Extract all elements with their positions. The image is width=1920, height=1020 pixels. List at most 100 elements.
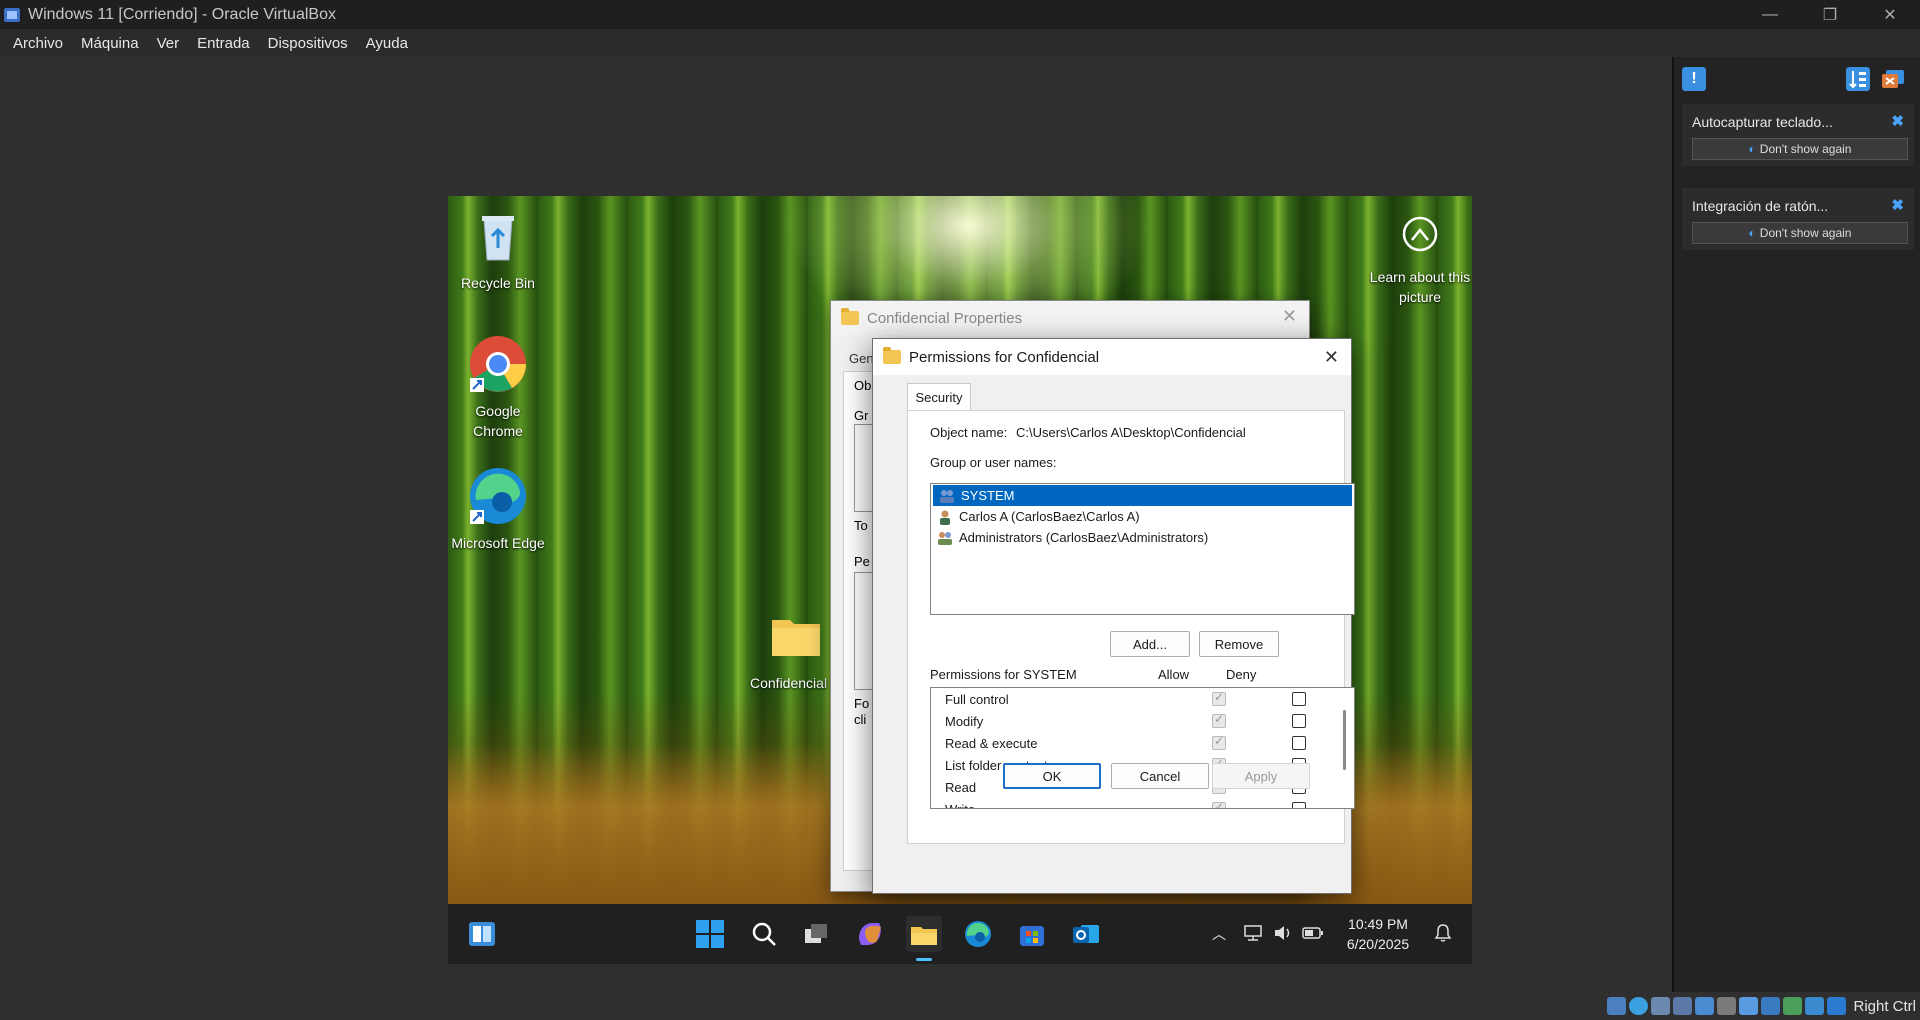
start-icon[interactable] [692, 916, 728, 952]
info-icon: ◐ [1748, 142, 1756, 156]
vm-display-area: Recycle Bin Google Chrome Microsoft Edge… [0, 57, 1672, 1020]
keyboard-capture-icon[interactable] [1827, 997, 1847, 1015]
desktop-icon-chrome[interactable]: Google Chrome [450, 334, 546, 441]
storage-icon[interactable] [1607, 997, 1627, 1015]
permission-name: Write [945, 801, 976, 809]
deny-checkbox[interactable] [1292, 736, 1306, 750]
deny-checkbox[interactable] [1292, 692, 1306, 706]
permissions-close-icon[interactable]: ✕ [1324, 347, 1339, 368]
folder-icon [883, 347, 901, 364]
desktop-icon-edge[interactable]: Microsoft Edge [450, 466, 546, 553]
permission-name: Read [945, 779, 977, 795]
optical-drive-icon[interactable] [1629, 997, 1649, 1015]
status-bar: Right Ctrl [1590, 992, 1920, 1020]
allow-checkbox[interactable] [1212, 734, 1226, 750]
notification-title: Integración de ratón... [1692, 198, 1829, 214]
network-adapter-icon[interactable] [1673, 997, 1693, 1015]
frag-object: Ob [854, 378, 872, 393]
user-icon [937, 509, 953, 525]
clear-all-icon[interactable] [1880, 67, 1906, 91]
list-item-administrators[interactable]: Administrators (CarlosBaez\Administrator… [931, 527, 1354, 548]
apply-button[interactable]: Apply [1212, 763, 1310, 789]
usb-icon[interactable] [1695, 997, 1715, 1015]
desktop-icon-recycle-bin[interactable]: Recycle Bin [450, 206, 546, 293]
close-button[interactable]: ✕ [1860, 0, 1920, 29]
desktop-icon-label: Recycle Bin [461, 275, 535, 291]
menu-maquina[interactable]: Máquina [72, 35, 148, 52]
dont-show-again-button[interactable]: ◐ Don't show again [1692, 138, 1908, 160]
remove-button[interactable]: Remove [1199, 631, 1279, 657]
frag-group: Gr [854, 408, 869, 423]
notification-keyboard: Autocapturar teclado... ✖ ◐ Don't show a… [1682, 104, 1914, 166]
deny-checkbox[interactable] [1292, 714, 1306, 728]
store-icon[interactable] [1014, 916, 1050, 952]
volume-icon[interactable] [1268, 924, 1298, 945]
menu-ver[interactable]: Ver [148, 35, 189, 52]
properties-close-icon[interactable]: ✕ [1282, 306, 1297, 327]
list-item-label: Carlos A (CarlosBaez\Carlos A) [959, 509, 1140, 524]
user-listbox[interactable]: SYSTEM Carlos A (CarlosBaez\Carlos A) Ad… [930, 483, 1355, 615]
notification-title: Autocapturar teclado... [1692, 114, 1833, 130]
object-name-value: C:\Users\Carlos A\Desktop\Confidencial [1016, 425, 1246, 440]
outlook-icon[interactable] [1068, 916, 1104, 952]
cancel-button[interactable]: Cancel [1111, 763, 1209, 789]
copilot-icon[interactable] [852, 916, 888, 952]
close-icon[interactable]: ✖ [1891, 196, 1904, 214]
permission-rows: Full controlModifyRead & executeList fol… [931, 688, 1354, 809]
list-item-label: SYSTEM [961, 488, 1015, 503]
shared-folders-icon[interactable] [1717, 997, 1737, 1015]
notification-mouse: Integración de ratón... ✖ ◐ Don't show a… [1682, 188, 1914, 250]
display-icon[interactable] [1739, 997, 1759, 1015]
add-button[interactable]: Add... [1110, 631, 1190, 657]
network-icon[interactable] [1238, 924, 1268, 945]
close-icon[interactable]: ✖ [1891, 112, 1904, 130]
deny-checkbox[interactable] [1292, 802, 1306, 808]
side-panel-toolbar: ! [1674, 57, 1920, 101]
cpu-icon[interactable] [1783, 997, 1803, 1015]
taskbar-clock[interactable]: 10:49 PM 6/20/2025 [1338, 914, 1418, 954]
menu-entrada[interactable]: Entrada [188, 35, 259, 52]
video-capture-icon[interactable] [1761, 997, 1781, 1015]
notification-side-panel: ! Autocapturar teclado... ✖ ◐ Don't show… [1672, 57, 1920, 992]
menu-archivo[interactable]: Archivo [4, 35, 72, 52]
menu-dispositivos[interactable]: Dispositivos [259, 35, 357, 52]
scrollbar-thumb[interactable] [1343, 710, 1346, 770]
notification-bell-icon[interactable] [1432, 922, 1454, 949]
button-label: Don't show again [1759, 226, 1852, 240]
menu-ayuda[interactable]: Ayuda [357, 35, 417, 52]
message-alert-icon[interactable]: ! [1682, 67, 1706, 91]
restore-button[interactable]: ❐ [1800, 0, 1860, 29]
edge-taskbar-icon[interactable] [960, 916, 996, 952]
taskbar: ︿ 10:49 PM 6/20/2025 [448, 904, 1472, 964]
allow-checkbox[interactable] [1212, 712, 1226, 728]
edge-icon [470, 468, 526, 524]
object-name-label: Object name: [930, 425, 1008, 440]
properties-tab-general[interactable]: Gen [849, 351, 874, 366]
search-icon[interactable] [746, 916, 782, 952]
vm-screen[interactable]: Recycle Bin Google Chrome Microsoft Edge… [448, 196, 1472, 964]
file-explorer-icon[interactable] [906, 916, 942, 952]
list-item-carlos[interactable]: Carlos A (CarlosBaez\Carlos A) [931, 506, 1354, 527]
list-item-system[interactable]: SYSTEM [933, 485, 1352, 506]
learn-about-picture[interactable]: Learn about this picture [1368, 214, 1472, 307]
widgets-icon[interactable] [464, 916, 500, 952]
mouse-integration-icon[interactable] [1805, 997, 1825, 1015]
permission-name: Read & execute [945, 735, 1038, 751]
permissions-list[interactable]: Full controlModifyRead & executeList fol… [930, 687, 1355, 809]
clock-date: 6/20/2025 [1346, 936, 1410, 952]
tab-security[interactable]: Security [907, 383, 971, 411]
battery-icon[interactable] [1298, 926, 1328, 943]
sort-icon[interactable] [1846, 67, 1870, 91]
chevron-up-icon[interactable]: ︿ [1206, 924, 1232, 944]
desktop-icon-label: Google Chrome [473, 403, 523, 439]
ok-button[interactable]: OK [1003, 763, 1101, 789]
task-view-icon[interactable] [798, 916, 834, 952]
desktop-icon-confidencial[interactable]: Confidencial [748, 606, 838, 693]
audio-icon[interactable] [1651, 997, 1671, 1015]
permissions-title: Permissions for Confidencial [909, 348, 1100, 366]
minimize-button[interactable]: — [1740, 0, 1800, 29]
allow-checkbox[interactable] [1212, 690, 1226, 706]
dont-show-again-button[interactable]: ◐ Don't show again [1692, 222, 1908, 244]
allow-checkbox[interactable] [1212, 800, 1226, 808]
permission-row: Read & execute [931, 732, 1354, 754]
